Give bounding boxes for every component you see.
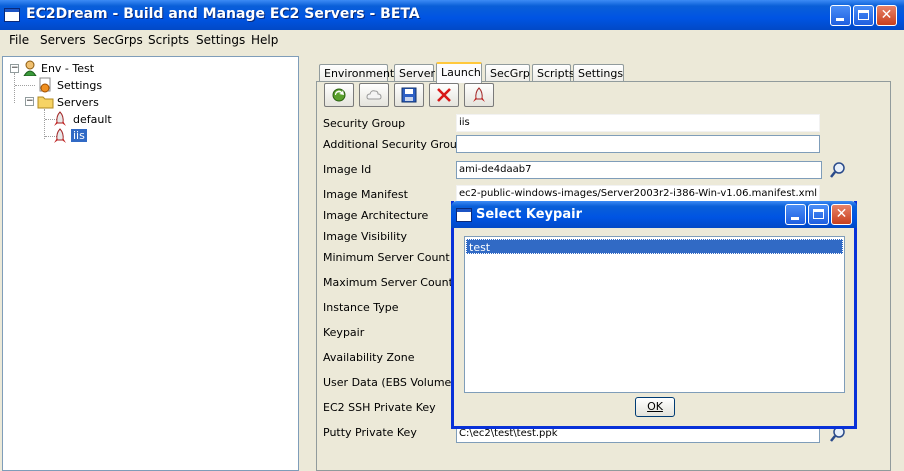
settings-doc-icon bbox=[39, 77, 51, 93]
label-additional-security-groups: Additional Security Groups bbox=[323, 138, 470, 151]
keypair-list[interactable]: test bbox=[464, 236, 845, 393]
label-security-group: Security Group bbox=[323, 117, 406, 130]
app-icon bbox=[4, 8, 20, 22]
tab-settings[interactable]: Settings bbox=[573, 64, 624, 82]
label-image-manifest: Image Manifest bbox=[323, 188, 408, 201]
menu-help[interactable]: Help bbox=[251, 33, 278, 47]
save-button[interactable] bbox=[394, 83, 424, 107]
minimize-button[interactable] bbox=[830, 5, 851, 26]
dialog-close-button[interactable]: ✕ bbox=[831, 204, 852, 225]
dialog-maximize-button[interactable] bbox=[808, 204, 829, 225]
launch-button[interactable] bbox=[464, 83, 494, 107]
minimize-icon bbox=[836, 18, 844, 21]
window-titlebar[interactable]: EC2Dream - Build and Manage EC2 Servers … bbox=[0, 0, 904, 30]
menu-secgrps[interactable]: SecGrps bbox=[93, 33, 143, 47]
refresh-icon bbox=[332, 88, 346, 102]
image-search-icon[interactable] bbox=[829, 161, 847, 179]
tree-node-servers[interactable]: Servers bbox=[57, 96, 99, 109]
window-title: EC2Dream - Build and Manage EC2 Servers … bbox=[26, 6, 420, 22]
tree-node-settings[interactable]: Settings bbox=[57, 79, 102, 92]
label-ec2-ssh-key: EC2 SSH Private Key bbox=[323, 401, 436, 414]
folder-icon bbox=[37, 96, 54, 109]
menu-file[interactable]: File bbox=[9, 33, 29, 47]
security-group-field[interactable]: iis bbox=[456, 114, 820, 132]
label-image-id: Image Id bbox=[323, 163, 372, 176]
label-max-server-count: Maximum Server Count bbox=[323, 276, 453, 289]
launch-icon bbox=[473, 87, 485, 102]
label-keypair: Keypair bbox=[323, 326, 365, 339]
menu-settings[interactable]: Settings bbox=[196, 33, 245, 47]
menubar: File Servers SecGrps Scripts Settings He… bbox=[0, 30, 904, 50]
tab-scripts[interactable]: Scripts bbox=[532, 64, 575, 82]
tree-line bbox=[14, 73, 15, 103]
menu-scripts[interactable]: Scripts bbox=[148, 33, 189, 47]
delete-icon bbox=[437, 88, 451, 102]
tree-line bbox=[44, 109, 45, 139]
dialog-app-icon bbox=[456, 208, 472, 222]
image-id-field[interactable]: ami-de4daab7 bbox=[456, 161, 822, 179]
label-availability-zone: Availability Zone bbox=[323, 351, 415, 364]
tab-secgrp[interactable]: SecGrp bbox=[485, 64, 530, 82]
close-button[interactable]: ✕ bbox=[876, 5, 897, 26]
rocket-icon bbox=[54, 111, 66, 126]
tree-expander-root[interactable]: − bbox=[10, 64, 19, 73]
maximize-icon bbox=[813, 209, 824, 219]
keypair-list-item[interactable]: test bbox=[466, 239, 843, 254]
tab-server[interactable]: Server bbox=[394, 64, 435, 82]
tree-expander-servers[interactable]: − bbox=[25, 97, 34, 106]
label-instance-type: Instance Type bbox=[323, 301, 399, 314]
close-icon: ✕ bbox=[880, 7, 893, 23]
label-min-server-count: Minimum Server Count bbox=[323, 251, 450, 264]
close-icon: ✕ bbox=[835, 206, 848, 222]
tab-launch[interactable]: Launch bbox=[436, 62, 482, 83]
rocket-icon bbox=[54, 128, 66, 143]
ok-button-label: OK bbox=[647, 400, 663, 413]
dialog-minimize-button[interactable] bbox=[785, 204, 806, 225]
label-image-architecture: Image Architecture bbox=[323, 209, 429, 222]
tree-node-iis[interactable]: iis bbox=[71, 129, 87, 142]
delete-button[interactable] bbox=[429, 83, 459, 107]
minimize-icon bbox=[791, 217, 799, 220]
refresh-button[interactable] bbox=[324, 83, 354, 107]
cloud-icon bbox=[366, 90, 382, 100]
maximize-button[interactable] bbox=[853, 5, 874, 26]
tree-node-env[interactable]: Env - Test bbox=[41, 62, 94, 75]
save-icon bbox=[401, 87, 417, 103]
environment-tree[interactable]: − Env - Test Settings − Servers default … bbox=[2, 56, 299, 471]
ok-button[interactable]: OK bbox=[635, 397, 675, 417]
tree-line bbox=[15, 85, 35, 86]
maximize-icon bbox=[858, 10, 869, 20]
user-icon bbox=[23, 60, 37, 76]
cloud-button[interactable] bbox=[359, 83, 389, 107]
label-user-data: User Data (EBS Volume) bbox=[323, 376, 456, 389]
additional-security-groups-field[interactable] bbox=[456, 135, 820, 153]
label-image-visibility: Image Visibility bbox=[323, 230, 408, 243]
menu-servers[interactable]: Servers bbox=[40, 33, 86, 47]
tab-environment[interactable]: Environment bbox=[319, 64, 394, 82]
tree-node-default[interactable]: default bbox=[73, 113, 112, 126]
dialog-titlebar[interactable]: Select Keypair ✕ bbox=[451, 201, 857, 228]
label-putty-key: Putty Private Key bbox=[323, 426, 417, 439]
dialog-title: Select Keypair bbox=[476, 207, 582, 222]
